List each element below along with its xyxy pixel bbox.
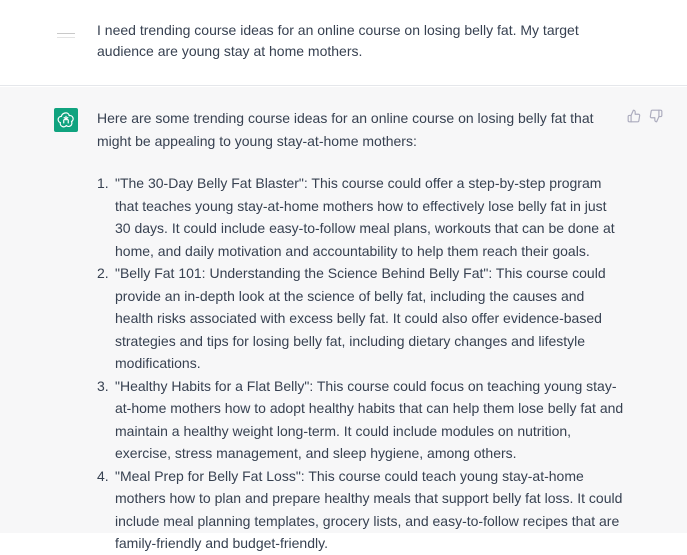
thumbs-down-icon[interactable] bbox=[649, 109, 663, 123]
list-item-number: 2. bbox=[97, 265, 109, 281]
user-avatar-icon bbox=[54, 20, 78, 44]
list-item: 1. "The 30-Day Belly Fat Blaster": This … bbox=[97, 172, 625, 262]
list-item-text: "The 30-Day Belly Fat Blaster": This cou… bbox=[115, 175, 615, 259]
user-message-row: I need trending course ideas for an onli… bbox=[0, 0, 687, 86]
list-item: 3. "Healthy Habits for a Flat Belly": Th… bbox=[97, 375, 625, 465]
list-item-text: "Meal Prep for Belly Fat Loss": This cou… bbox=[115, 467, 623, 552]
openai-logo-icon bbox=[54, 108, 78, 132]
list-item-number: 4. bbox=[97, 467, 109, 484]
user-message-text: I need trending course ideas for an onli… bbox=[97, 22, 579, 59]
course-ideas-list: 1. "The 30-Day Belly Fat Blaster": This … bbox=[97, 172, 625, 555]
list-item: 4. "Meal Prep for Belly Fat Loss": This … bbox=[97, 465, 625, 555]
thumbs-up-icon[interactable] bbox=[627, 109, 641, 123]
list-item: 2. "Belly Fat 101: Understanding the Sci… bbox=[97, 262, 625, 375]
feedback-buttons bbox=[627, 109, 663, 123]
list-item-text: "Healthy Habits for a Flat Belly": This … bbox=[115, 377, 624, 462]
assistant-intro: Here are some trending course ideas for … bbox=[97, 110, 594, 149]
assistant-message-row: Here are some trending course ideas for … bbox=[0, 87, 687, 551]
list-item-number: 1. bbox=[97, 175, 109, 191]
list-item-number: 3. bbox=[97, 377, 109, 394]
list-item-text: "Belly Fat 101: Understanding the Scienc… bbox=[115, 265, 606, 371]
assistant-message-content: Here are some trending course ideas for … bbox=[97, 107, 625, 555]
